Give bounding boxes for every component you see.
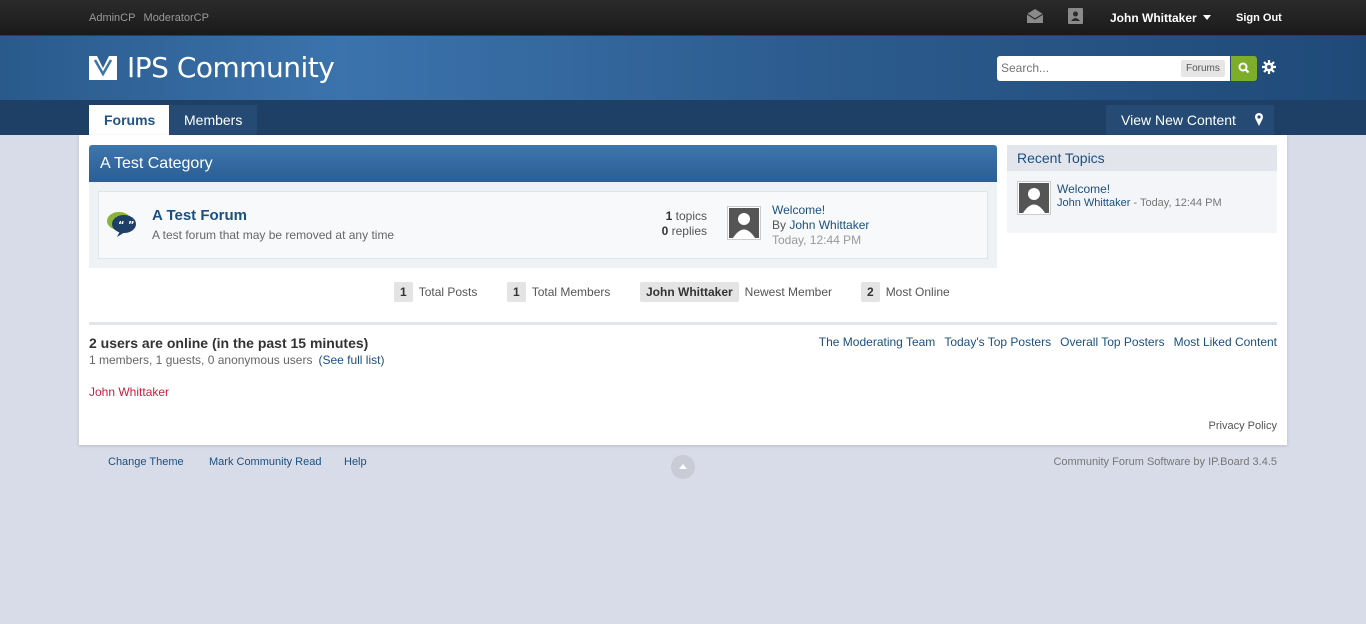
chevron-down-icon	[1202, 15, 1211, 20]
logo-icon[interactable]	[89, 56, 117, 80]
arrow-up-icon	[679, 464, 687, 469]
help-link[interactable]: Help	[344, 456, 367, 468]
location-pin-icon[interactable]	[1244, 105, 1274, 135]
envelope-icon[interactable]	[1026, 8, 1044, 24]
stat-total-posts: 1 Total Posts	[394, 282, 477, 302]
search-icon	[1238, 62, 1250, 74]
divider	[89, 322, 1277, 325]
stat-total-members: 1 Total Members	[507, 282, 610, 302]
svg-text:“ ”: “ ”	[118, 220, 135, 231]
newest-member-link[interactable]: John Whittaker	[640, 282, 739, 302]
view-new-content-button[interactable]: View New Content	[1106, 105, 1251, 135]
total-members-label: Total Members	[531, 285, 611, 299]
top-bar: AdminCP ModeratorCP John Whittaker Sign …	[0, 0, 1366, 36]
topics-label: topics	[675, 209, 707, 223]
replies-count: 0	[661, 224, 669, 238]
topics-count: 1	[665, 209, 673, 223]
search-button[interactable]	[1231, 56, 1257, 81]
most-liked-content-link[interactable]: Most Liked Content	[1174, 335, 1277, 349]
total-posts-label: Total Posts	[418, 285, 478, 299]
category-body: “ ” A Test Forum A test forum that may b…	[89, 182, 997, 268]
search-box: Forums	[997, 56, 1230, 81]
recent-topic-time: - Today, 12:44 PM	[1130, 197, 1222, 209]
recent-topic-meta: John Whittaker - Today, 12:44 PM	[1057, 197, 1222, 209]
notifications-icon[interactable]	[1068, 8, 1083, 24]
main-nav: Forums Members View New Content	[0, 100, 1366, 135]
main-content: A Test Category “ ” A Test Forum A test …	[79, 135, 1287, 445]
most-online-label: Most Online	[885, 285, 950, 299]
last-post-by-label: By	[772, 218, 787, 232]
stat-most-online: 2 Most Online	[861, 282, 950, 302]
todays-top-posters-link[interactable]: Today's Top Posters	[944, 335, 1051, 349]
forum-row: “ ” A Test Forum A test forum that may b…	[98, 191, 988, 259]
search-input[interactable]	[1001, 61, 1171, 75]
forum-title-link[interactable]: A Test Forum	[152, 207, 247, 224]
search-scope[interactable]: Forums	[1181, 60, 1225, 77]
gear-icon[interactable]	[1262, 60, 1276, 74]
avatar[interactable]	[1017, 181, 1051, 215]
site-title[interactable]: IPS Community	[127, 51, 335, 84]
last-post-title[interactable]: Welcome!	[772, 203, 825, 217]
recent-topics-list: Welcome! John Whittaker - Today, 12:44 P…	[1007, 171, 1277, 233]
most-online-count: 2	[861, 282, 880, 302]
total-posts-count: 1	[394, 282, 413, 302]
total-members-count: 1	[507, 282, 526, 302]
last-post-author[interactable]: John Whittaker	[789, 218, 869, 232]
last-post-info: Welcome! By John Whittaker Today, 12:44 …	[772, 203, 869, 248]
tab-forums[interactable]: Forums	[89, 105, 171, 135]
site-header: IPS Community Forums	[0, 36, 1366, 100]
moderating-team-link[interactable]: The Moderating Team	[819, 335, 936, 349]
stat-newest-member: John Whittaker Newest Member	[640, 282, 832, 302]
privacy-policy-link[interactable]: Privacy Policy	[1209, 420, 1277, 432]
admincp-link[interactable]: AdminCP	[89, 12, 135, 24]
user-name: John Whittaker	[1110, 11, 1197, 25]
see-full-list-link[interactable]: (See full list)	[318, 353, 384, 367]
category-title[interactable]: A Test Category	[89, 145, 997, 182]
user-silhouette-icon	[729, 208, 759, 238]
recent-topic-title[interactable]: Welcome!	[1057, 182, 1110, 196]
user-silhouette-icon	[1019, 183, 1049, 213]
software-credit: Community Forum Software by IP.Board 3.4…	[1053, 456, 1277, 468]
recent-topics-title: Recent Topics	[1007, 145, 1277, 171]
change-theme-link[interactable]: Change Theme	[108, 456, 184, 468]
admin-links: AdminCP ModeratorCP	[89, 12, 209, 24]
last-post-time: Today, 12:44 PM	[772, 233, 862, 247]
overall-top-posters-link[interactable]: Overall Top Posters	[1060, 335, 1165, 349]
forum-description: A test forum that may be removed at any …	[152, 228, 395, 242]
back-to-top-button[interactable]	[671, 455, 695, 479]
online-links: The Moderating Team Today's Top Posters Ov…	[810, 335, 1277, 349]
forum-status-icon: “ ”	[107, 212, 136, 237]
newest-member-label: Newest Member	[744, 285, 833, 299]
online-users-title: 2 users are online (in the past 15 minut…	[89, 335, 369, 351]
online-counts: 1 members, 1 guests, 0 anonymous users	[89, 353, 313, 367]
replies-label: replies	[671, 224, 707, 238]
online-users-summary: 1 members, 1 guests, 0 anonymous users (S…	[89, 353, 384, 367]
mark-community-read-link[interactable]: Mark Community Read	[209, 456, 321, 468]
forum-stats: 1 topics 0 replies	[619, 209, 707, 239]
sign-out-link[interactable]: Sign Out	[1236, 12, 1282, 24]
avatar[interactable]	[727, 206, 761, 240]
recent-topic-author[interactable]: John Whittaker	[1057, 197, 1130, 209]
tab-members[interactable]: Members	[169, 105, 258, 135]
user-menu[interactable]: John Whittaker	[1110, 11, 1211, 25]
moderatorcp-link[interactable]: ModeratorCP	[144, 12, 209, 24]
online-user-link[interactable]: John Whittaker	[89, 385, 169, 399]
